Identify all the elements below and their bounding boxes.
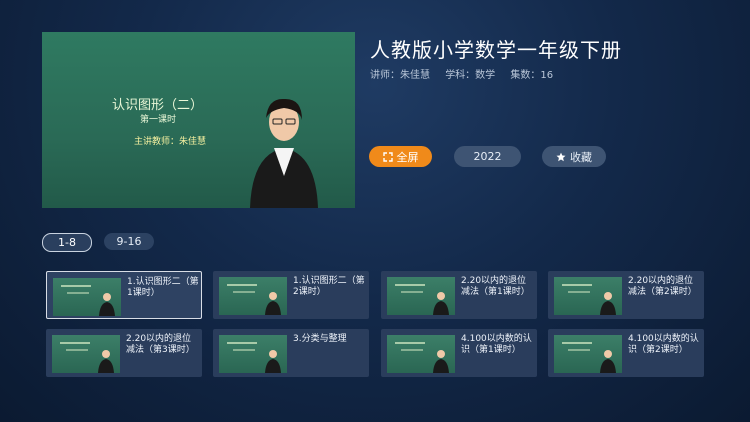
episode-thumbnail [52,335,120,373]
episode-label: 2.20以内的退位减法（第1课时） [461,276,530,297]
episode-card[interactable]: 1.认识图形二（第2课时） [213,271,369,319]
teacher-mini-icon [600,350,616,373]
teacher-mini-icon [265,350,281,373]
board-title: 认识图形（二） [112,98,204,113]
episode-thumbnail [387,277,455,315]
teacher-figure [250,98,318,208]
teacher-mini-icon [433,292,449,315]
episode-card[interactable]: 4.100以内数的认识（第1课时） [381,329,537,377]
teacher-label: 讲师：朱佳慧 [370,70,430,81]
episode-label: 2.20以内的退位减法（第3课时） [126,334,195,355]
teacher-mini-icon [99,293,115,316]
episode-thumbnail [53,278,121,316]
course-meta: 讲师：朱佳慧 学科：数学 集数：16 [370,66,565,81]
teacher-mini-icon [433,350,449,373]
fullscreen-button[interactable]: 全屏 [369,146,432,167]
teacher-mini-icon [600,292,616,315]
video-player[interactable]: 认识图形（二） 第一课时 主讲教师：朱佳慧 [42,32,355,208]
star-icon [556,152,566,161]
episode-grid: 1.认识图形二（第1课时） 1.认识图形二（第2课时） 2.20以内的退位减法（… [46,271,704,379]
course-title: 人教版小学数学一年级下册 [370,38,622,62]
range-tab-1-8[interactable]: 1-8 [42,233,92,252]
year-label: 2022 [473,150,502,163]
episode-card[interactable]: 1.认识图形二（第1课时） [46,271,202,319]
episode-thumbnail [554,277,622,315]
episode-label: 2.20以内的退位减法（第2课时） [628,276,697,297]
board-subtitle: 第一课时 [140,115,177,125]
episode-card[interactable]: 3.分类与整理 [213,329,369,377]
episode-label: 1.认识图形二（第2课时） [293,276,365,297]
episode-card[interactable]: 4.100以内数的认识（第2课时） [548,329,704,377]
episode-card[interactable]: 2.20以内的退位减法（第2课时） [548,271,704,319]
episode-label: 1.认识图形二（第1课时） [127,277,199,298]
episode-thumbnail [219,277,287,315]
year-button[interactable]: 2022 [454,146,521,167]
episode-card[interactable]: 2.20以内的退位减法（第1课时） [381,271,537,319]
episode-label: 3.分类与整理 [293,334,347,344]
fullscreen-label: 全屏 [396,150,419,164]
teacher-mini-icon [265,292,281,315]
subject-label: 学科：数学 [445,70,496,81]
episode-thumbnail [219,335,287,373]
fullscreen-icon [382,151,393,162]
range-tab-9-16[interactable]: 9-16 [104,233,154,250]
favorite-label: 收藏 [570,150,592,164]
favorite-button[interactable]: 收藏 [542,146,606,167]
episode-thumbnail [387,335,455,373]
episode-label: 4.100以内数的认识（第1课时） [461,334,532,355]
board-teacher: 主讲教师：朱佳慧 [134,137,207,147]
episode-card[interactable]: 2.20以内的退位减法（第3课时） [46,329,202,377]
episode-label: 4.100以内数的认识（第2课时） [628,334,699,355]
episode-thumbnail [554,335,622,373]
episode-count: 集数：16 [510,70,554,81]
teacher-mini-icon [98,350,114,373]
